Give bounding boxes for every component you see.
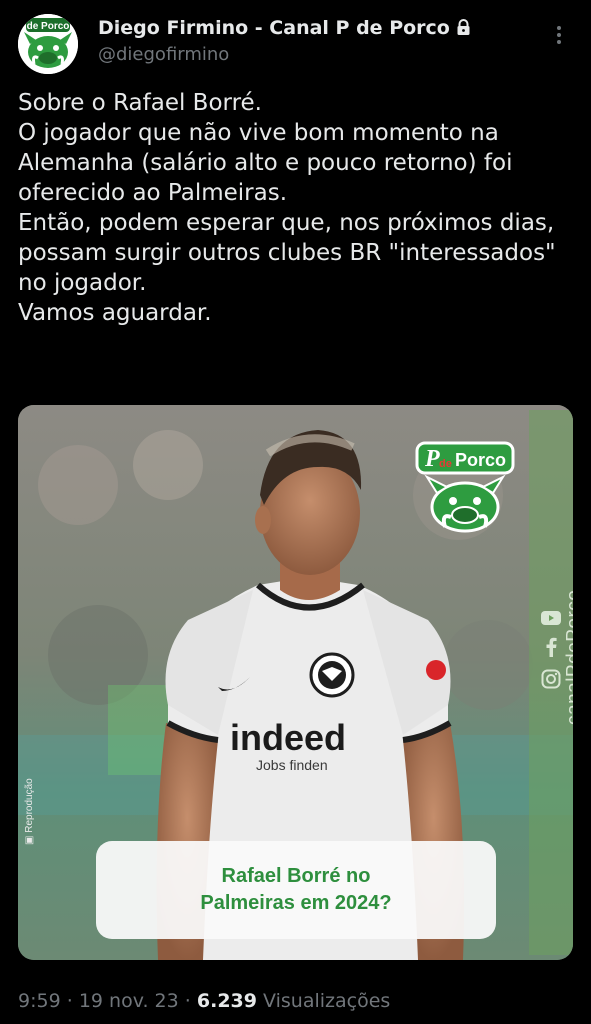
author-names: Diego Firmino - Canal P de Porco @diegof… xyxy=(98,16,471,68)
shirt-slogan-text: Jobs finden xyxy=(256,757,328,773)
meta-separator: · xyxy=(66,990,73,1012)
views-count[interactable]: 6.239 xyxy=(197,990,257,1012)
pdeporco-logo: P de Porco xyxy=(415,427,515,537)
side-channel-handle: canalPdePorco xyxy=(563,589,573,725)
tweet-time[interactable]: 9:59 xyxy=(18,990,61,1012)
photo-credit: ▣ Reprodução xyxy=(24,778,35,845)
author-display-name-row[interactable]: Diego Firmino - Canal P de Porco xyxy=(98,16,471,42)
avatar[interactable]: de Porco xyxy=(18,14,78,74)
tweet-date[interactable]: 19 nov. 23 xyxy=(79,990,179,1012)
tweet-header: de Porco Diego Firmino - Canal P de Porc… xyxy=(18,14,578,74)
instagram-icon xyxy=(541,669,561,693)
camera-icon: ▣ xyxy=(24,832,35,845)
social-icons xyxy=(540,610,562,693)
youtube-icon xyxy=(541,610,561,629)
tweet-meta: 9:59 · 19 nov. 23 · 6.239 Visualizações xyxy=(18,990,390,1012)
logo-porco: Porco xyxy=(455,450,506,470)
facebook-icon xyxy=(544,637,558,661)
lock-icon xyxy=(456,18,471,42)
logo-de: de xyxy=(439,458,452,470)
photo-credit-text: Reprodução xyxy=(24,778,35,833)
author-handle[interactable]: @diegofirmino xyxy=(98,42,471,68)
media-caption-box: Rafael Borré no Palmeiras em 2024? xyxy=(96,841,496,939)
views-label[interactable]: Visualizações xyxy=(263,990,390,1012)
tweet-text: Sobre o Rafael Borré. O jogador que não … xyxy=(18,90,556,326)
meta-separator: · xyxy=(184,990,191,1012)
author-display-name[interactable]: Diego Firmino - Canal P de Porco xyxy=(98,17,450,39)
tweet-page: de Porco Diego Firmino - Canal P de Porc… xyxy=(0,0,591,1024)
more-options-icon[interactable] xyxy=(548,24,570,46)
tweet-media-image[interactable]: indeed Jobs finden ▣ Reprodução canalPde… xyxy=(18,405,573,960)
media-caption: Rafael Borré no Palmeiras em 2024? xyxy=(200,865,392,914)
logo-letter-p: P xyxy=(424,446,440,472)
shirt-sponsor-text: indeed xyxy=(230,717,346,758)
avatar-logo-text: de Porco xyxy=(27,21,70,32)
